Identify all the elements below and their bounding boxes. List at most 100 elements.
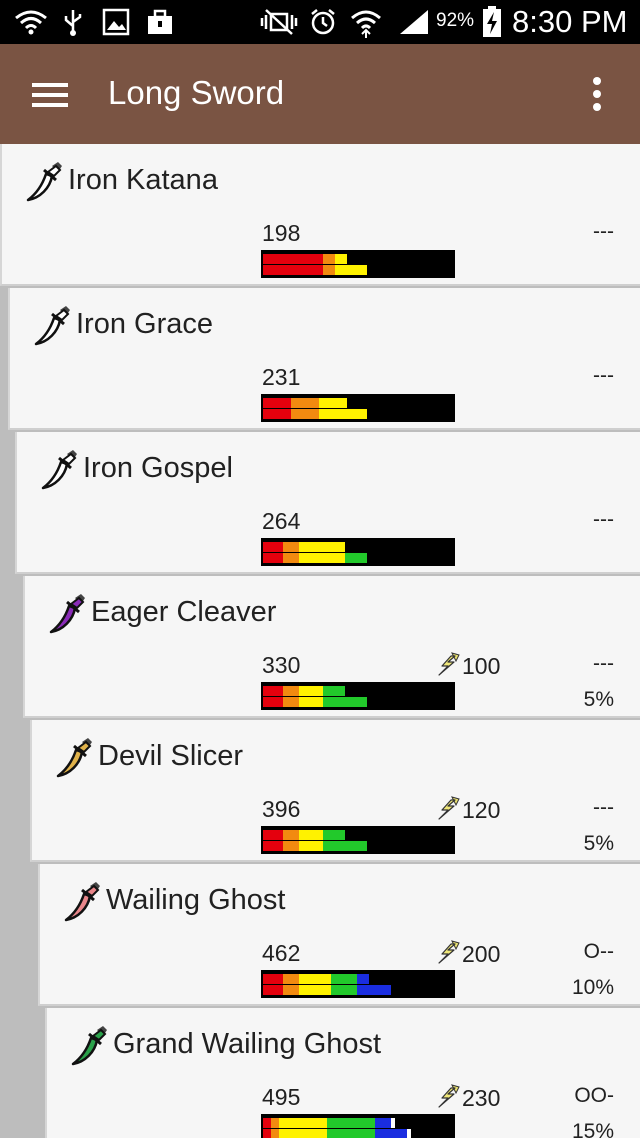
attack-value: 330 [262, 652, 301, 678]
sharpness-row [263, 974, 369, 984]
slots-value: --- [593, 364, 614, 387]
sharpness-segment-red [263, 697, 283, 707]
sharpness-row [263, 985, 391, 995]
weapon-card[interactable]: Iron Katana 198 --- [0, 144, 640, 286]
sharpness-segment-yellow [299, 553, 345, 563]
mute-icon [260, 9, 298, 35]
sharpness-segment-orange [283, 841, 299, 851]
weapon-card[interactable]: Devil Slicer 396 120 --- 5% [30, 720, 640, 862]
sharpness-row [263, 553, 367, 563]
weapon-card[interactable]: Wailing Ghost 462 200 O-- 10% [38, 864, 640, 1006]
long-sword-icon [56, 738, 92, 778]
sharpness-segment-orange [283, 553, 299, 563]
long-sword-icon [26, 162, 62, 202]
affinity-value: 5% [583, 832, 614, 855]
weapon-name: Devil Slicer [98, 740, 244, 772]
attack-value: 396 [262, 796, 301, 822]
thunder-icon [438, 652, 460, 676]
wifi-icon [15, 10, 47, 35]
sharpness-bar [261, 970, 455, 998]
battery-charging-icon [483, 6, 501, 37]
weapon-name: Iron Katana [68, 164, 218, 196]
attack-value: 264 [262, 508, 301, 534]
affinity-value: 5% [583, 688, 614, 711]
affinity-value: 10% [571, 976, 614, 999]
weapon-tree-list: Iron Katana 198 --- Iron Grace 231 --- Iron Go… [0, 144, 640, 1138]
sharpness-segment-blue [375, 1118, 391, 1128]
sharpness-segment-green [323, 830, 345, 840]
weapon-card[interactable]: Eager Cleaver 330 100 --- 5% [23, 576, 640, 718]
cell-signal-icon [400, 10, 428, 34]
thunder-icon [438, 796, 460, 820]
sharpness-segment-white [407, 1129, 411, 1138]
sharpness-bar [261, 682, 455, 710]
weapon-name: Iron Grace [76, 308, 213, 340]
long-sword-icon [49, 594, 85, 634]
sharpness-segment-yellow [279, 1129, 327, 1138]
sharpness-segment-yellow [299, 985, 331, 995]
hamburger-menu-icon[interactable] [30, 80, 70, 110]
sharpness-row [263, 398, 347, 408]
briefcase-icon [148, 9, 172, 34]
attack-value: 198 [262, 220, 301, 246]
sharpness-segment-blue [357, 974, 369, 984]
weapon-card[interactable]: Iron Gospel 264 --- [15, 432, 640, 574]
sharpness-row [263, 1129, 411, 1138]
slots-value: --- [593, 652, 614, 675]
weapon-card[interactable]: Grand Wailing Ghost 495 230 OO- 15% [45, 1008, 640, 1138]
slots-value: --- [593, 220, 614, 243]
long-sword-icon [34, 306, 70, 346]
sharpness-segment-green [323, 841, 367, 851]
sharpness-segment-red [263, 254, 323, 264]
thunder-icon [438, 940, 460, 964]
slots-value: O-- [583, 940, 614, 963]
sharpness-segment-orange [283, 697, 299, 707]
battery-percent: 92% [436, 10, 475, 31]
sharpness-segment-green [327, 1118, 375, 1128]
sharpness-segment-white [391, 1118, 395, 1128]
sharpness-segment-red [263, 841, 283, 851]
sharpness-segment-orange [283, 686, 299, 696]
sharpness-segment-orange [271, 1129, 279, 1138]
alarm-icon [311, 9, 335, 35]
app-bar: Long Sword [0, 44, 640, 144]
attack-value: 462 [262, 940, 301, 966]
sharpness-segment-yellow [299, 542, 345, 552]
sharpness-segment-yellow [299, 686, 323, 696]
thunder-icon [438, 1084, 460, 1108]
sharpness-row [263, 265, 367, 275]
sharpness-row [263, 697, 367, 707]
sharpness-segment-blue [357, 985, 391, 995]
sharpness-segment-yellow [335, 265, 367, 275]
sharpness-segment-green [331, 974, 357, 984]
weapon-card[interactable]: Iron Grace 231 --- [8, 288, 640, 430]
sharpness-row [263, 830, 345, 840]
long-sword-icon [64, 882, 100, 922]
attack-value: 231 [262, 364, 301, 390]
long-sword-icon [41, 450, 77, 490]
sharpness-segment-orange [283, 542, 299, 552]
slots-value: --- [593, 508, 614, 531]
sharpness-segment-green [323, 686, 345, 696]
wifi-signal-icon [351, 10, 381, 38]
overflow-menu-icon[interactable] [582, 76, 612, 112]
sharpness-segment-green [345, 553, 367, 563]
attack-value: 495 [262, 1084, 301, 1110]
sharpness-bar [261, 394, 455, 422]
sharpness-row [263, 686, 345, 696]
element-value: 100 [436, 652, 500, 680]
page-title: Long Sword [108, 74, 285, 111]
sharpness-segment-green [331, 985, 357, 995]
sharpness-segment-red [263, 1129, 271, 1138]
sharpness-segment-orange [271, 1118, 279, 1128]
sharpness-bar [261, 538, 455, 566]
sharpness-bar [261, 250, 455, 278]
sharpness-bar [261, 826, 455, 854]
weapon-name: Wailing Ghost [106, 884, 286, 916]
sharpness-segment-orange [283, 974, 299, 984]
weapon-name: Grand Wailing Ghost [113, 1028, 382, 1060]
sharpness-segment-yellow [319, 398, 347, 408]
sharpness-row [263, 1118, 395, 1128]
long-sword-icon [71, 1026, 107, 1066]
clock: 8:30 PM [512, 4, 628, 39]
